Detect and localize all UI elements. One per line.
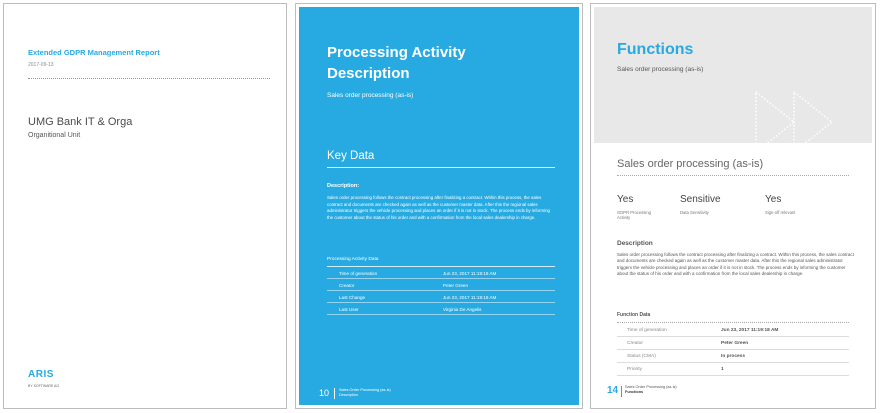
row-label: Creator (339, 283, 355, 288)
row-value: Peter Green (443, 283, 469, 288)
divider (28, 78, 270, 79)
kpi-data-sensitivity: Sensitive Data Sensitivity (680, 194, 728, 215)
divider (617, 322, 849, 323)
kpi-gdpr-processing-activity: Yes GDPR Processing Activity (617, 194, 665, 220)
page-subtitle: Sales order processing (as-is) (327, 92, 414, 99)
table-row: Time of generation Jun 23, 2017 11:19:18… (327, 267, 555, 279)
section-title: Sales order processing (as-is) (617, 158, 764, 170)
kpi-value: Sensitive (680, 194, 721, 205)
kpi-label: Sign-off relevant (765, 210, 796, 215)
row-value: Jun 23, 2017 11:19:18 AM (721, 328, 779, 333)
kpi-sign-off-relevant: Yes Sign-off relevant (765, 194, 813, 215)
row-value: In process (721, 354, 745, 359)
kpi-value: Yes (617, 194, 634, 205)
kpi-value: Yes (765, 194, 782, 205)
table-row: Last Change Jun 23, 2017 11:19:18 AM (327, 291, 555, 303)
organizational-unit-name: UMG Bank IT & Orga (28, 116, 133, 128)
processing-activity-page: Processing Activity Description Sales or… (295, 3, 583, 409)
page-number: 10 (319, 388, 330, 398)
table-heading: Function Data (617, 312, 651, 318)
functions-page: Functions Sales order processing (as-is)… (590, 3, 876, 409)
row-label: Time of generation (627, 328, 667, 333)
row-value: Virginia De Angelis (443, 307, 482, 312)
blue-panel: Processing Activity Description Sales or… (299, 7, 579, 405)
function-data-table: Time of generation Jun 23, 2017 11:19:18… (617, 324, 849, 376)
footer-line-1: Sales Order Processing (as-is) (625, 385, 677, 389)
page-subtitle: Sales order processing (as-is) (617, 66, 704, 73)
row-value: Jun 23, 2017 11:19:18 AM (443, 271, 497, 276)
table-row: Last User Virginia De Angelis (327, 303, 555, 315)
key-data-heading: Key Data (327, 150, 375, 162)
description-heading: Description: (327, 183, 360, 189)
kpi-label: GDPR Processing Activity (617, 210, 651, 220)
page-title: Functions (617, 41, 694, 58)
footer-divider (334, 388, 335, 399)
page-title: Processing Activity Description (327, 42, 567, 84)
page-title-line-2: Description (327, 65, 410, 82)
report-title: Extended GDPR Management Report (28, 48, 160, 57)
row-value: 1 (721, 367, 724, 372)
footer-text: Sales Order Processing (as-is) Functions (625, 385, 677, 395)
organizational-unit-type: Organitional Unit (28, 132, 81, 139)
footer-line-2: Functions (625, 390, 644, 394)
row-label: Last Change (339, 295, 366, 300)
table-row: Status (CMA) In process (617, 350, 849, 363)
row-label: Creator (627, 341, 643, 346)
footer-text: Sales Order Processing (as-is) Descripti… (339, 388, 391, 398)
description-text: Sales order processing follows the contr… (327, 195, 550, 220)
page-title-line-1: Processing Activity (327, 44, 466, 61)
table-row: Creator Peter Green (617, 337, 849, 350)
divider (327, 167, 555, 168)
description-text: Sales order processing follows the contr… (617, 252, 854, 277)
row-label: Priority (627, 367, 642, 372)
row-label: Last User (339, 307, 359, 312)
logo-subtitle: BY SOFTWARE AG (28, 384, 60, 388)
table-row: Creator Peter Green (327, 279, 555, 291)
table-heading: Processing Activity Data (327, 257, 379, 262)
divider (617, 175, 849, 176)
page-number: 14 (607, 385, 619, 396)
report-date: 2017-09-13 (28, 62, 54, 68)
footer-line-2: Description (339, 393, 358, 397)
table-row: Priority 1 (617, 363, 849, 376)
footer-line-1: Sales Order Processing (as-is) (339, 388, 391, 392)
double-chevron-right-icon (755, 90, 834, 154)
kpi-label: Data Sensitivity (680, 210, 709, 215)
report-cover-page: Extended GDPR Management Report 2017-09-… (3, 3, 287, 409)
row-value: Peter Green (721, 341, 749, 346)
footer-divider (621, 386, 622, 397)
row-label: Time of generation (339, 271, 378, 276)
row-value: Jun 23, 2017 11:19:18 AM (443, 295, 497, 300)
processing-activity-table: Time of generation Jun 23, 2017 11:19:18… (327, 267, 555, 315)
table-row: Time of generation Jun 23, 2017 11:19:18… (617, 324, 849, 337)
row-label: Status (CMA) (627, 354, 656, 359)
description-heading: Description (617, 240, 653, 247)
aris-logo: ARIS (28, 369, 54, 380)
